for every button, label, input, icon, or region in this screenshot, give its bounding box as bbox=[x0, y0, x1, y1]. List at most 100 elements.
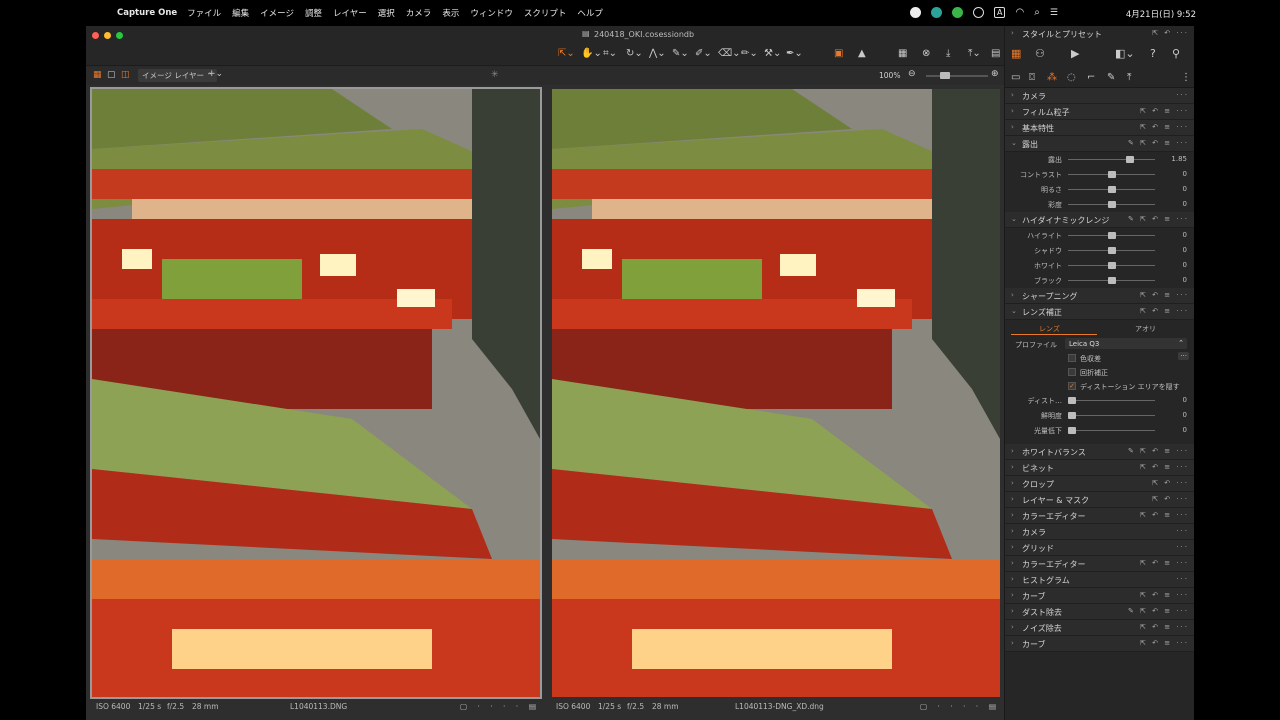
slider-track[interactable] bbox=[1068, 159, 1155, 160]
checkbox[interactable] bbox=[1068, 368, 1076, 376]
tool-actions-icon[interactable]: ⇱ ↶ ≡ ··· bbox=[1140, 559, 1189, 567]
gallery-icon[interactable]: ▦ bbox=[1011, 47, 1021, 60]
zoom-slider-knob[interactable] bbox=[940, 72, 950, 79]
slider-knob[interactable] bbox=[1108, 201, 1116, 208]
slider-track[interactable] bbox=[1068, 400, 1155, 401]
tool-sharpening[interactable]: › シャープニング ⇱ ↶ ≡ ··· bbox=[1005, 288, 1194, 304]
tool-hdr[interactable]: ⌄ ハイダイナミックレンジ ✎ ⇱ ↶ ≡ ··· bbox=[1005, 212, 1194, 228]
zoom-level[interactable]: 100% bbox=[879, 71, 900, 80]
more-icon[interactable]: ⋮ bbox=[1181, 72, 1191, 83]
tool-dust-removal[interactable]: › ダスト除去 ✎ ⇱ ↶ ≡ ··· bbox=[1005, 604, 1194, 620]
single-view-icon[interactable]: ▢ bbox=[107, 70, 116, 80]
close-window-button[interactable] bbox=[92, 32, 99, 39]
lens-subtab-movement[interactable]: アオリ bbox=[1135, 324, 1156, 334]
output-tab-icon[interactable]: ⤒ bbox=[1127, 72, 1131, 83]
slider-knob[interactable] bbox=[1068, 412, 1076, 419]
tool-noise-reduction[interactable]: › ノイズ除去 ⇱ ↶ ≡ ··· bbox=[1005, 620, 1194, 636]
slider-value[interactable]: 0 bbox=[1183, 426, 1187, 434]
menu-script[interactable]: スクリプト bbox=[524, 7, 567, 19]
tool-curve[interactable]: › カーブ ⇱ ↶ ≡ ··· bbox=[1005, 588, 1194, 604]
menu-window[interactable]: ウィンドウ bbox=[470, 7, 513, 19]
slider-black[interactable]: ブラック 0 bbox=[1005, 273, 1194, 288]
checkbox-diffraction[interactable]: 回折補正 bbox=[1005, 365, 1194, 379]
help-icon[interactable]: ? bbox=[1150, 47, 1156, 60]
zoom-slider[interactable] bbox=[926, 75, 988, 77]
menu-view[interactable]: 表示 bbox=[442, 7, 459, 19]
tool-camera[interactable]: › カメラ ··· bbox=[1005, 88, 1194, 104]
tag-icon[interactable]: ▤ bbox=[529, 702, 536, 711]
slider-knob[interactable] bbox=[1108, 171, 1116, 178]
lens-subtab-lens[interactable]: レンズ bbox=[1039, 324, 1060, 334]
account-icon[interactable]: ⚲ bbox=[1172, 47, 1180, 60]
rating-dots[interactable]: ▢ · · · · · bbox=[920, 702, 995, 711]
export-icon[interactable]: ⤒⌄ bbox=[968, 48, 981, 59]
adjust-tab-icon[interactable]: ✎ bbox=[1107, 72, 1115, 83]
color-tab-icon[interactable]: ⁂ bbox=[1047, 72, 1057, 83]
slider-value[interactable]: 0 bbox=[1183, 396, 1187, 404]
menubar-clock[interactable]: 4月21日(日) 9:52 bbox=[1126, 8, 1196, 20]
tool-grid[interactable]: › グリッド ··· bbox=[1005, 540, 1194, 556]
minimize-window-button[interactable] bbox=[104, 32, 111, 39]
heal-tool-icon[interactable]: ⚒⌄ bbox=[764, 48, 781, 59]
lens-profile-select[interactable]: Leica Q3 ⌃ bbox=[1065, 338, 1187, 349]
tool-actions-icon[interactable]: ⇱ ↶ ··· bbox=[1152, 29, 1189, 37]
slider-value[interactable]: 1.85 bbox=[1171, 155, 1187, 163]
slider-knob[interactable] bbox=[1068, 397, 1076, 404]
zoom-in-icon[interactable]: ⊕ bbox=[991, 69, 999, 79]
styles-presets-header[interactable]: › スタイルとプリセット ⇱ ↶ ··· bbox=[1005, 26, 1194, 44]
tool-more-icon[interactable]: ··· bbox=[1176, 91, 1189, 99]
slider-value[interactable]: 0 bbox=[1183, 200, 1187, 208]
gradient-tool-icon[interactable]: ✏⌄ bbox=[741, 48, 758, 59]
slider-exposure[interactable]: 露出 1.85 bbox=[1005, 152, 1194, 167]
lens-tab-icon[interactable]: ⌐ bbox=[1087, 72, 1095, 83]
record-icon[interactable] bbox=[910, 7, 921, 18]
keystone-tool-icon[interactable]: ⋀⌄ bbox=[649, 48, 666, 59]
slider-shadow[interactable]: シャドウ 0 bbox=[1005, 243, 1194, 258]
tool-actions-icon[interactable]: ✎ ⇱ ↶ ≡ ··· bbox=[1128, 139, 1189, 147]
image-pane-left[interactable] bbox=[90, 87, 542, 699]
slider-value[interactable]: 0 bbox=[1183, 231, 1187, 239]
warning-icon[interactable]: ▲ bbox=[858, 48, 866, 59]
multi-view-icon[interactable]: ▦ bbox=[93, 70, 102, 80]
rating-dots[interactable]: ▢ · · · · · bbox=[460, 702, 535, 711]
menu-image[interactable]: イメージ bbox=[260, 7, 294, 19]
reset-icon[interactable]: ⊗ bbox=[922, 48, 930, 59]
wifi-icon[interactable]: ◠ bbox=[1015, 7, 1024, 18]
checkbox-chromatic-aberration[interactable]: 色収差 ··· bbox=[1005, 351, 1194, 365]
slider-sharpness[interactable]: 鮮明度 0 bbox=[1005, 408, 1194, 423]
input-A-icon[interactable]: A bbox=[994, 7, 1006, 18]
play-icon[interactable] bbox=[973, 7, 984, 18]
tool-more-icon[interactable]: ··· bbox=[1176, 543, 1189, 551]
tool-camera-2[interactable]: › カメラ ··· bbox=[1005, 524, 1194, 540]
tool-exposure[interactable]: ⌄ 露出 ✎ ⇱ ↶ ≡ ··· bbox=[1005, 136, 1194, 152]
tool-actions-icon[interactable]: ⇱ ↶ ≡ ··· bbox=[1140, 463, 1189, 471]
tool-actions-icon[interactable]: ⇱ ↶ ≡ ··· bbox=[1140, 623, 1189, 631]
tool-color-editor-2[interactable]: › カラーエディター ⇱ ↶ ≡ ··· bbox=[1005, 556, 1194, 572]
checkbox[interactable] bbox=[1068, 354, 1076, 362]
tool-actions-icon[interactable]: ⇱ ↶ ≡ ··· bbox=[1140, 511, 1189, 519]
tool-lens-correction[interactable]: ⌄ レンズ補正 ⇱ ↶ ≡ ··· bbox=[1005, 304, 1194, 320]
tool-actions-icon[interactable]: ⇱ ↶ ≡ ··· bbox=[1140, 639, 1189, 647]
more-options-icon[interactable]: ··· bbox=[1178, 352, 1189, 360]
tool-curve-2[interactable]: › カーブ ⇱ ↶ ≡ ··· bbox=[1005, 636, 1194, 652]
tool-actions-icon[interactable]: ✎ ⇱ ↶ ≡ ··· bbox=[1128, 607, 1189, 615]
tag-icon[interactable]: ▤ bbox=[989, 702, 996, 711]
slider-brightness[interactable]: 明るさ 0 bbox=[1005, 182, 1194, 197]
slider-track[interactable] bbox=[1068, 430, 1155, 431]
layer-select[interactable]: イメージ レイヤー ⌃ bbox=[138, 69, 217, 82]
zoom-window-button[interactable] bbox=[116, 32, 123, 39]
menu-edit[interactable]: 編集 bbox=[232, 7, 249, 19]
capture-tab-icon[interactable]: ⌼ bbox=[1029, 72, 1035, 83]
crop-tool-icon[interactable]: ⌗⌄ bbox=[603, 48, 617, 59]
tool-more-icon[interactable]: ··· bbox=[1176, 527, 1189, 535]
slider-highlight[interactable]: ハイライト 0 bbox=[1005, 228, 1194, 243]
video-icon[interactable]: ▶ bbox=[1071, 47, 1079, 60]
rotate-tool-icon[interactable]: ↻⌄ bbox=[626, 48, 643, 59]
slider-light-falloff[interactable]: 光量低下 0 bbox=[1005, 423, 1194, 438]
library-tab-icon[interactable]: ▭ bbox=[1011, 72, 1020, 83]
slider-value[interactable]: 0 bbox=[1183, 170, 1187, 178]
tool-actions-icon[interactable]: ✎ ⇱ ↶ ≡ ··· bbox=[1128, 215, 1189, 223]
slider-distortion[interactable]: ディスト… 0 bbox=[1005, 393, 1194, 408]
checkbox-hide-distortion[interactable]: ✓ ディストーション エリアを隠す bbox=[1005, 379, 1194, 393]
slider-contrast[interactable]: コントラスト 0 bbox=[1005, 167, 1194, 182]
